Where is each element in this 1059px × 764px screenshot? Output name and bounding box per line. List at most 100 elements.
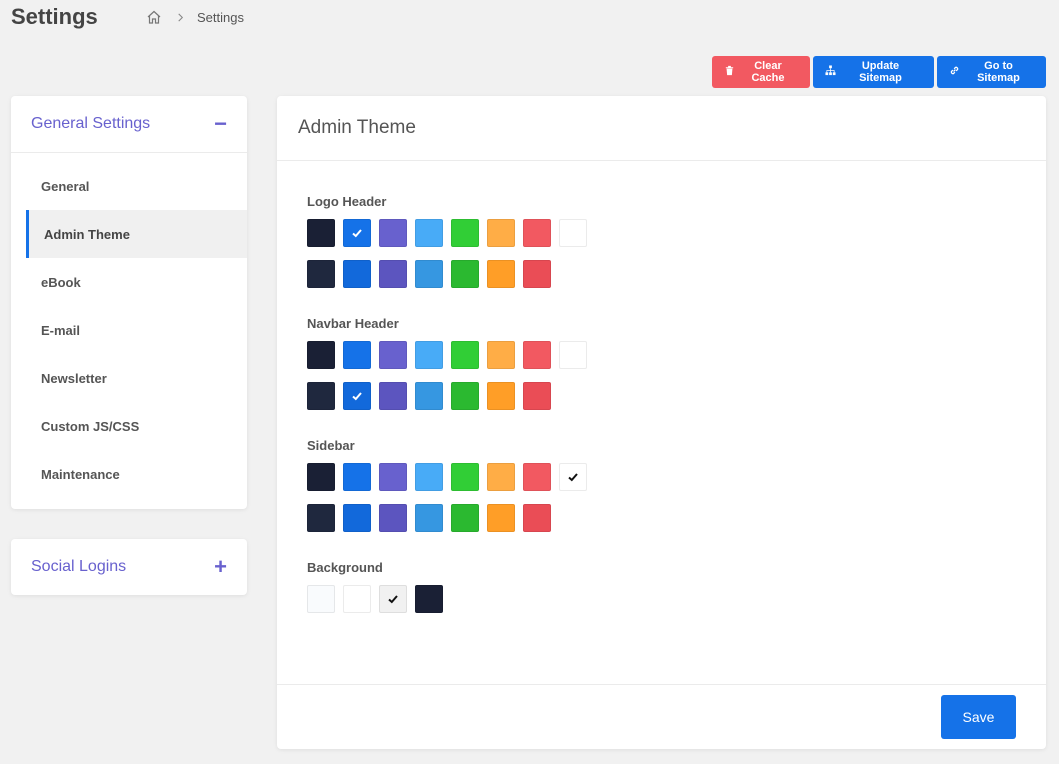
sitemap-icon bbox=[825, 65, 836, 79]
color-swatch[interactable] bbox=[415, 382, 443, 410]
color-swatch[interactable] bbox=[379, 260, 407, 288]
sidebar-item-custom-js-css[interactable]: Custom JS/CSS bbox=[11, 402, 247, 450]
color-swatch[interactable] bbox=[415, 504, 443, 532]
sidebar-item-label: Maintenance bbox=[41, 466, 120, 482]
home-icon[interactable] bbox=[146, 9, 162, 25]
sidebar-item-label: eBook bbox=[41, 274, 81, 290]
link-icon bbox=[949, 65, 960, 79]
section-label: Background bbox=[307, 560, 383, 575]
top-actions: Clear Cache Update Sitemap Go to Sitemap bbox=[712, 56, 1046, 88]
color-swatch[interactable] bbox=[343, 219, 371, 247]
sidebar-item-ebook[interactable]: eBook bbox=[11, 258, 247, 306]
color-swatch[interactable] bbox=[451, 219, 479, 247]
color-swatch[interactable] bbox=[343, 463, 371, 491]
swatch-row bbox=[307, 463, 1046, 491]
swatch-row bbox=[307, 219, 1046, 247]
general-settings-title: General Settings bbox=[31, 115, 151, 132]
color-swatch[interactable] bbox=[523, 341, 551, 369]
go-to-sitemap-button[interactable]: Go to Sitemap bbox=[937, 56, 1046, 88]
panel-title: Admin Theme bbox=[277, 96, 1046, 161]
color-swatch[interactable] bbox=[451, 463, 479, 491]
color-swatch[interactable] bbox=[307, 382, 335, 410]
update-sitemap-button[interactable]: Update Sitemap bbox=[813, 56, 934, 88]
collapse-icon[interactable]: − bbox=[214, 113, 227, 135]
admin-theme-panel: Admin Theme Logo Header Navbar Header Side… bbox=[277, 96, 1046, 749]
color-swatch[interactable] bbox=[451, 260, 479, 288]
swatch-row bbox=[307, 260, 1046, 288]
color-swatch[interactable] bbox=[379, 382, 407, 410]
color-swatch[interactable] bbox=[559, 341, 587, 369]
social-logins-panel: Social Logins + bbox=[11, 539, 247, 595]
color-swatch[interactable] bbox=[523, 260, 551, 288]
color-swatch[interactable] bbox=[343, 341, 371, 369]
color-swatch[interactable] bbox=[487, 504, 515, 532]
page-title: Settings bbox=[11, 4, 98, 29]
color-swatch[interactable] bbox=[307, 260, 335, 288]
expand-icon[interactable]: + bbox=[214, 556, 227, 578]
clear-cache-label: Clear Cache bbox=[751, 60, 785, 84]
color-swatch[interactable] bbox=[487, 260, 515, 288]
color-swatch[interactable] bbox=[415, 463, 443, 491]
color-swatch[interactable] bbox=[523, 463, 551, 491]
color-swatch[interactable] bbox=[415, 341, 443, 369]
sidebar-item-label: Newsletter bbox=[41, 370, 107, 386]
color-swatch[interactable] bbox=[523, 504, 551, 532]
color-swatch[interactable] bbox=[451, 341, 479, 369]
sidebar-item-admin-theme[interactable]: Admin Theme bbox=[26, 210, 247, 258]
general-settings-header[interactable]: General Settings − bbox=[11, 96, 247, 153]
color-swatch[interactable] bbox=[343, 382, 371, 410]
color-swatch[interactable] bbox=[487, 341, 515, 369]
color-swatch[interactable] bbox=[487, 219, 515, 247]
color-swatch[interactable] bbox=[307, 219, 335, 247]
sidebar-item-general[interactable]: General bbox=[11, 162, 247, 210]
breadcrumb-current[interactable]: Settings bbox=[197, 10, 244, 25]
color-swatch[interactable] bbox=[559, 219, 587, 247]
sidebar-item-newsletter[interactable]: Newsletter bbox=[11, 354, 247, 402]
color-swatch[interactable] bbox=[343, 504, 371, 532]
check-icon bbox=[388, 595, 398, 604]
sidebar-section: Sidebar bbox=[307, 438, 1046, 532]
color-swatch[interactable] bbox=[451, 504, 479, 532]
color-swatch[interactable] bbox=[343, 585, 371, 613]
go-to-sitemap-label: Go to Sitemap bbox=[977, 60, 1020, 84]
social-logins-title: Social Logins bbox=[31, 558, 127, 575]
color-swatch[interactable] bbox=[307, 341, 335, 369]
color-swatch[interactable] bbox=[451, 382, 479, 410]
navbar-header-section: Navbar Header bbox=[307, 316, 1046, 410]
sidebar-item-label: Admin Theme bbox=[44, 226, 130, 242]
color-swatch[interactable] bbox=[487, 382, 515, 410]
sidebar-item-e-mail[interactable]: E-mail bbox=[11, 306, 247, 354]
color-swatch[interactable] bbox=[487, 463, 515, 491]
clear-cache-button[interactable]: Clear Cache bbox=[712, 56, 810, 88]
color-swatch[interactable] bbox=[379, 219, 407, 247]
color-swatch[interactable] bbox=[379, 341, 407, 369]
chevron-right-icon bbox=[176, 10, 185, 25]
color-swatch[interactable] bbox=[307, 463, 335, 491]
color-swatch[interactable] bbox=[415, 585, 443, 613]
check-icon bbox=[352, 392, 362, 401]
section-label: Sidebar bbox=[307, 438, 355, 453]
sidebar-item-maintenance[interactable]: Maintenance bbox=[11, 450, 247, 498]
color-swatch[interactable] bbox=[379, 585, 407, 613]
color-swatch[interactable] bbox=[415, 219, 443, 247]
settings-nav: General Admin Theme eBook E-mail Newsletter C… bbox=[11, 153, 247, 498]
color-swatch[interactable] bbox=[379, 463, 407, 491]
color-swatch[interactable] bbox=[307, 585, 335, 613]
sidebar-item-label: E-mail bbox=[41, 322, 81, 338]
color-swatch[interactable] bbox=[307, 504, 335, 532]
sidebar-item-label: Custom JS/CSS bbox=[41, 418, 140, 434]
color-swatch[interactable] bbox=[523, 382, 551, 410]
check-icon bbox=[568, 473, 578, 482]
save-button[interactable]: Save bbox=[941, 695, 1016, 739]
theme-options: Logo Header Navbar Header Sidebar Backgroun… bbox=[277, 161, 1046, 613]
swatch-row bbox=[307, 504, 1046, 532]
color-swatch[interactable] bbox=[415, 260, 443, 288]
swatch-row bbox=[307, 585, 1046, 613]
color-swatch[interactable] bbox=[379, 504, 407, 532]
color-swatch[interactable] bbox=[559, 463, 587, 491]
background-section: Background bbox=[307, 560, 1046, 613]
color-swatch[interactable] bbox=[523, 219, 551, 247]
swatch-row bbox=[307, 382, 1046, 410]
color-swatch[interactable] bbox=[343, 260, 371, 288]
social-logins-header[interactable]: Social Logins + bbox=[11, 539, 247, 595]
